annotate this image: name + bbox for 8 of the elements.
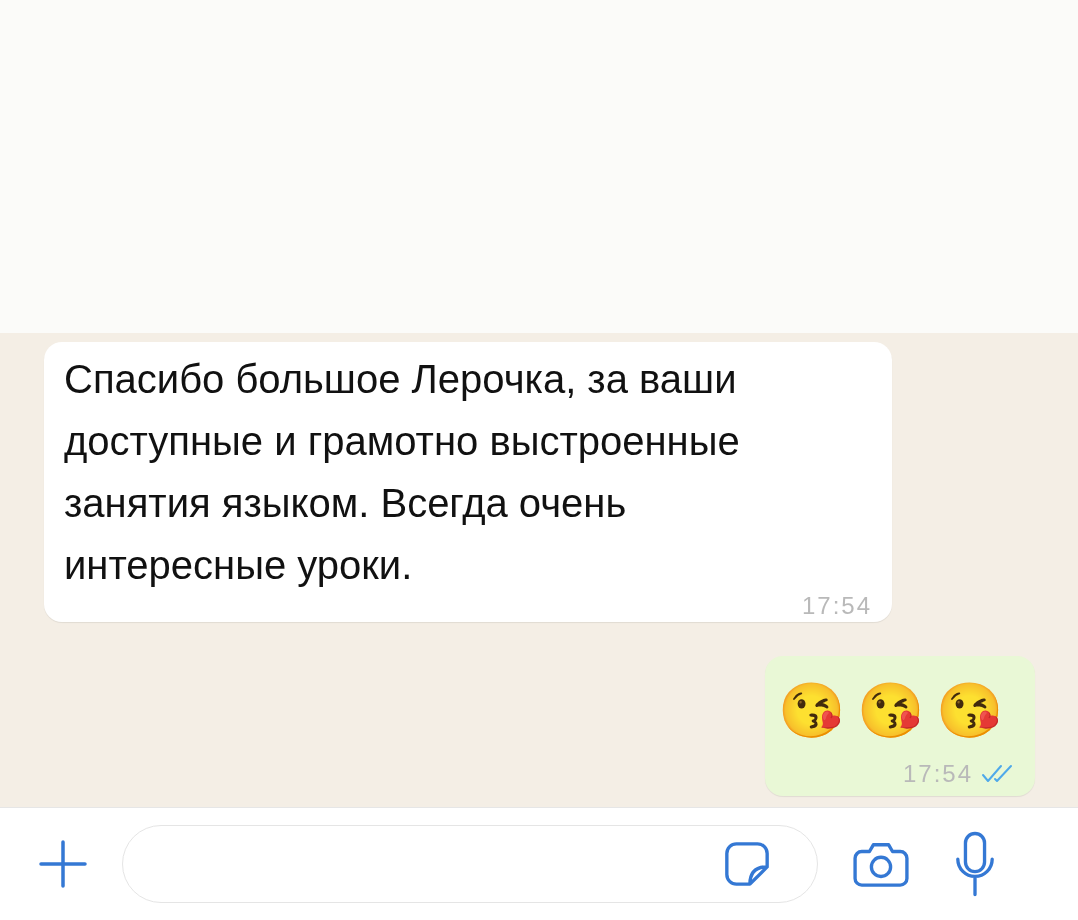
message-time: 17:54 xyxy=(801,591,872,620)
emoji-message: 😘😘😘 xyxy=(778,678,1015,742)
message-time: 17:54 xyxy=(902,759,973,788)
sticker-icon[interactable] xyxy=(723,840,771,889)
camera-icon[interactable] xyxy=(852,840,910,889)
microphone-icon[interactable] xyxy=(954,830,996,899)
message-text: Спасибо большое Лерочка, за ваши доступные и грамотно выстроенные занятия языком. Всегда очень интересные уроки. xyxy=(64,355,741,589)
plus-icon[interactable] xyxy=(38,839,88,890)
